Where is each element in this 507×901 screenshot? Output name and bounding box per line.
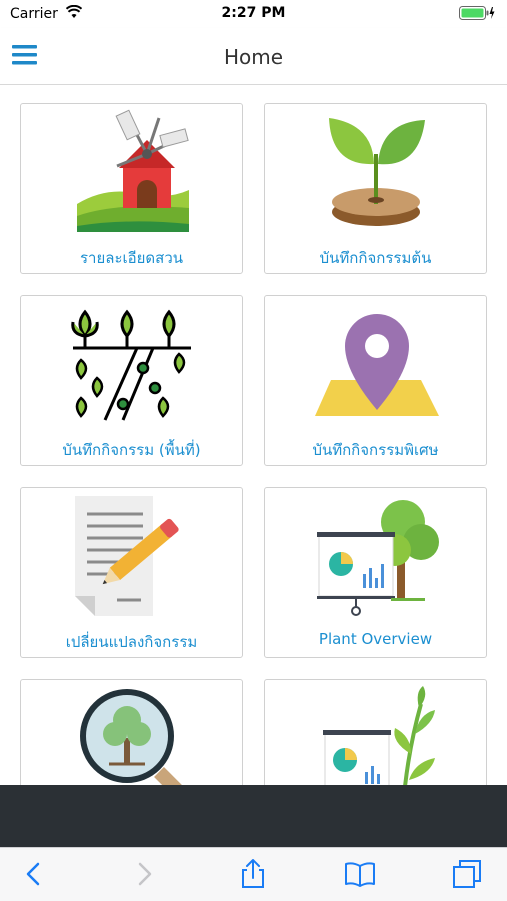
tile-change-activity[interactable]: เปลี่ยนแปลงกิจกรรม: [20, 487, 243, 658]
status-bar: Carrier 2:27 PM: [0, 0, 507, 28]
plant-chart-icon: [323, 686, 435, 785]
document-pencil-icon: [75, 496, 179, 616]
tile-plant-chart[interactable]: [264, 679, 487, 785]
magnifier-tree-icon: [80, 689, 182, 785]
tile-label: บันทึกกิจกรรมพิเศษ: [312, 441, 439, 459]
tile-label: เปลี่ยนแปลงกิจกรรม: [65, 633, 198, 651]
windmill-farm-icon: [77, 109, 189, 232]
back-icon[interactable]: [18, 858, 50, 890]
share-icon[interactable]: [237, 858, 269, 890]
tree-presentation-icon: [317, 500, 439, 616]
tile-label: Plant Overview: [318, 630, 433, 648]
tabs-icon[interactable]: [451, 858, 483, 890]
battery-icon: [459, 6, 495, 20]
forward-icon[interactable]: [128, 858, 160, 890]
tile-record-area-activity[interactable]: บันทึกกิจกรรม (พื้นที่): [20, 295, 243, 466]
bookmarks-icon[interactable]: [344, 858, 376, 890]
tile-label: รายละเอียดสวน: [79, 249, 183, 267]
browser-toolbar: [0, 847, 507, 901]
tile-garden-details[interactable]: รายละเอียดสวน: [20, 103, 243, 274]
tile-record-special-activity[interactable]: บันทึกกิจกรรมพิเศษ: [264, 295, 487, 466]
tile-grid: รายละเอียดสวน บันทึกกิจกรรมต้น บันทึกกิจ…: [0, 85, 507, 785]
crop-field-icon: [71, 309, 191, 421]
map-pin-icon: [315, 314, 439, 416]
tile-record-tree-activity[interactable]: บันทึกกิจกรรมต้น: [264, 103, 487, 274]
tile-label: บันทึกกิจกรรมต้น: [319, 249, 432, 267]
tile-label: บันทึกกิจกรรม (พื้นที่): [62, 441, 201, 459]
sprout-icon: [329, 118, 425, 226]
bottom-dark-bar: [0, 785, 507, 847]
nav-bar: Home: [0, 28, 507, 85]
tile-inspect-tree[interactable]: [20, 679, 243, 785]
page-title: Home: [223, 45, 284, 69]
clock: 2:27 PM: [221, 5, 286, 21]
tile-plant-overview[interactable]: Plant Overview: [264, 487, 487, 658]
